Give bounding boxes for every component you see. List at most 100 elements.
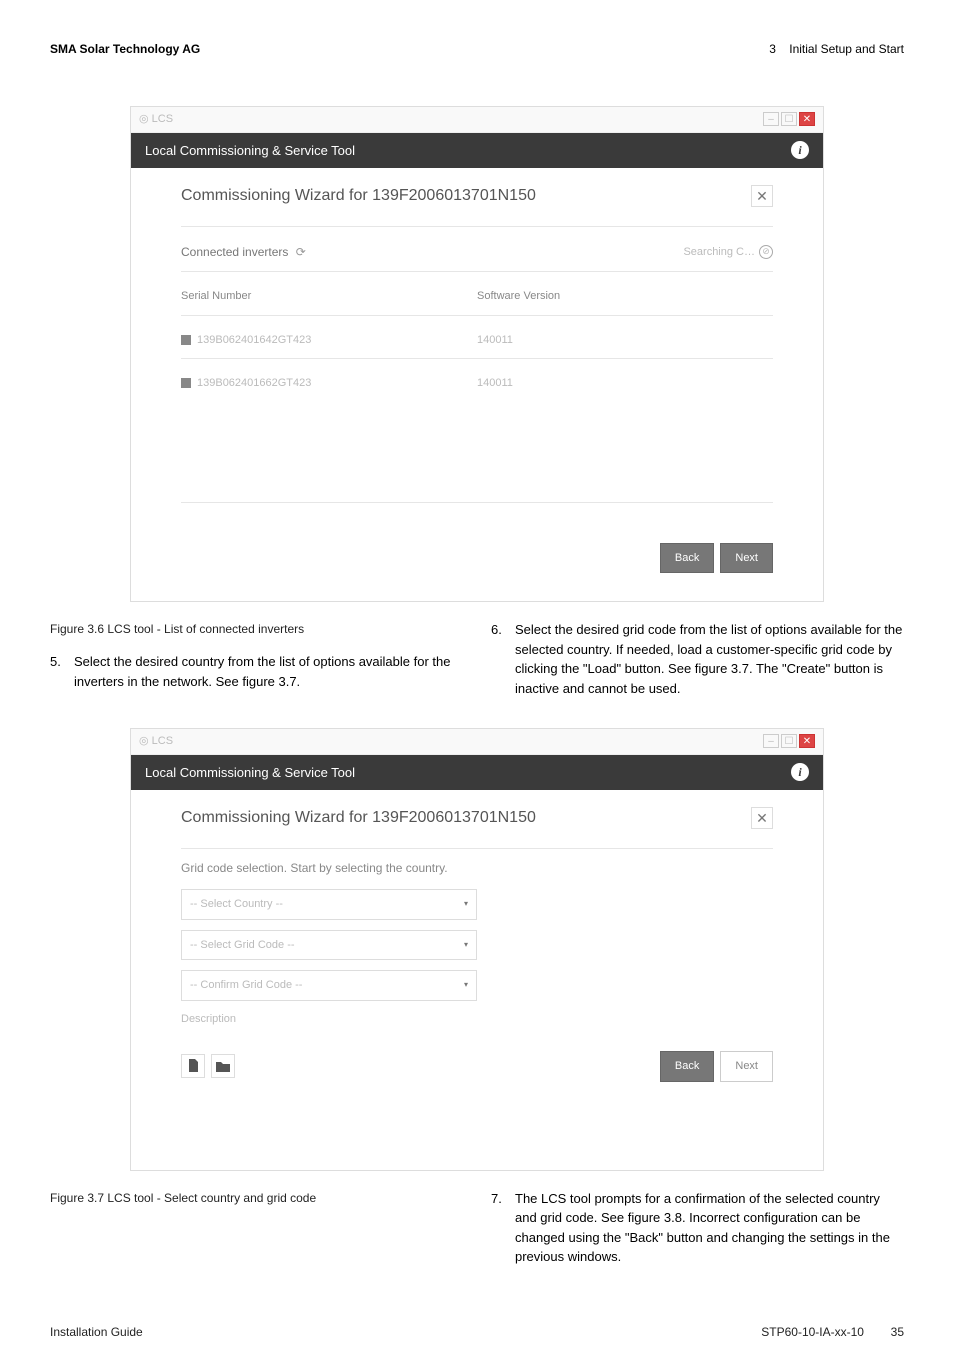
- lcs-label-text: LCS: [152, 735, 173, 747]
- searching-text: Searching C…: [683, 244, 755, 261]
- text-block-2: Figure 3.7 LCS tool - Select country and…: [50, 1189, 904, 1273]
- load-button[interactable]: [211, 1054, 235, 1078]
- file-icon-row: [181, 1054, 235, 1078]
- wizard-nav: Back Next: [181, 543, 773, 574]
- lcs-label-text: LCS: [152, 113, 173, 125]
- lcs-icon-label: ◎ LCS: [139, 733, 173, 750]
- confirm-grid-label: -- Confirm Grid Code --: [190, 977, 302, 994]
- step-number: 5.: [50, 652, 66, 691]
- spacer: [181, 1082, 773, 1142]
- footer-right-group: STP60-10-IA-xx-10 35: [761, 1323, 904, 1341]
- searching-status: Searching C… ⊘: [683, 244, 773, 261]
- maximize-icon[interactable]: ☐: [781, 734, 797, 748]
- table-row: 139B062401642GT423 140011: [181, 326, 773, 355]
- select-grid-code-dropdown[interactable]: -- Select Grid Code -- ▾: [181, 930, 477, 961]
- next-button: Next: [720, 1051, 773, 1082]
- divider: [181, 226, 773, 227]
- step-5: 5. Select the desired country from the l…: [50, 652, 463, 691]
- inverter-icon: [181, 378, 191, 388]
- back-button[interactable]: Back: [660, 1051, 714, 1082]
- info-icon[interactable]: i: [791, 763, 809, 781]
- cancel-search-icon[interactable]: ⊘: [759, 245, 773, 259]
- wizard-body: Commissioning Wizard for 139F2006013701N…: [131, 790, 823, 1170]
- description-label: Description: [181, 1011, 773, 1028]
- grid-code-instructions: Grid code selection. Start by selecting …: [181, 859, 773, 877]
- chevron-down-icon: ▾: [464, 979, 468, 991]
- wizard-title-row: Commissioning Wizard for 139F2006013701N…: [181, 806, 773, 830]
- window-titlebar: ◎ LCS – ☐ ✕: [131, 729, 823, 755]
- wizard-title: Commissioning Wizard for 139F2006013701N…: [181, 184, 536, 208]
- connected-text: Connected inverters: [181, 245, 288, 259]
- info-icon[interactable]: i: [791, 141, 809, 159]
- step-7: 7. The LCS tool prompts for a confirmati…: [491, 1189, 904, 1267]
- section-label: 3 Initial Setup and Start: [769, 40, 904, 58]
- col-software: Software Version: [477, 288, 773, 305]
- tool-title-bar: Local Commissioning & Service Tool i: [131, 755, 823, 791]
- table-row: 139B062401662GT423 140011: [181, 369, 773, 398]
- select-grid-label: -- Select Grid Code --: [190, 937, 295, 954]
- divider: [181, 315, 773, 316]
- wizard-close-icon[interactable]: ✕: [751, 185, 773, 207]
- window-controls: – ☐ ✕: [763, 112, 815, 126]
- divider: [181, 358, 773, 359]
- figure-caption-3-7: Figure 3.7 LCS tool - Select country and…: [50, 1189, 463, 1207]
- col-serial: Serial Number: [181, 288, 477, 305]
- serial-cell: 139B062401642GT423: [197, 332, 311, 349]
- lcs-window-1: ◎ LCS – ☐ ✕ Local Commissioning & Servic…: [130, 106, 824, 602]
- page-footer: Installation Guide STP60-10-IA-xx-10 35: [50, 1323, 904, 1341]
- chevron-down-icon: ▾: [464, 898, 468, 910]
- section-number: 3: [769, 42, 776, 56]
- text-block-1: Figure 3.6 LCS tool - List of connected …: [50, 620, 904, 704]
- serial-cell: 139B062401662GT423: [197, 375, 311, 392]
- close-icon[interactable]: ✕: [799, 734, 815, 748]
- page-header: SMA Solar Technology AG 3 Initial Setup …: [50, 40, 904, 58]
- tool-title: Local Commissioning & Service Tool: [145, 141, 355, 161]
- version-cell: 140011: [477, 332, 773, 349]
- back-button[interactable]: Back: [660, 543, 714, 574]
- section-title: Initial Setup and Start: [789, 42, 904, 56]
- step-6: 6. Select the desired grid code from the…: [491, 620, 904, 698]
- step-number: 6.: [491, 620, 507, 698]
- chevron-down-icon: ▾: [464, 939, 468, 951]
- minimize-icon[interactable]: –: [763, 112, 779, 126]
- divider: [181, 502, 773, 503]
- minimize-icon[interactable]: –: [763, 734, 779, 748]
- tool-title: Local Commissioning & Service Tool: [145, 763, 355, 783]
- tool-title-bar: Local Commissioning & Service Tool i: [131, 133, 823, 169]
- step-text: The LCS tool prompts for a confirmation …: [515, 1189, 904, 1267]
- spacer: [50, 704, 904, 728]
- next-button[interactable]: Next: [720, 543, 773, 574]
- wizard-body: Commissioning Wizard for 139F2006013701N…: [131, 168, 823, 601]
- step-number: 7.: [491, 1189, 507, 1267]
- window-titlebar: ◎ LCS – ☐ ✕: [131, 107, 823, 133]
- table-header: Serial Number Software Version: [181, 282, 773, 311]
- wizard-title: Commissioning Wizard for 139F2006013701N…: [181, 806, 536, 830]
- footer-doc-id: STP60-10-IA-xx-10: [761, 1325, 864, 1339]
- step-text: Select the desired country from the list…: [74, 652, 463, 691]
- lcs-icon-label: ◎ LCS: [139, 111, 173, 128]
- figure-caption-3-6: Figure 3.6 LCS tool - List of connected …: [50, 620, 463, 638]
- create-button: [181, 1054, 205, 1078]
- company-name: SMA Solar Technology AG: [50, 40, 200, 58]
- maximize-icon[interactable]: ☐: [781, 112, 797, 126]
- version-cell: 140011: [477, 375, 773, 392]
- divider: [181, 271, 773, 272]
- refresh-icon[interactable]: ⟳: [296, 243, 306, 261]
- wizard-close-icon[interactable]: ✕: [751, 807, 773, 829]
- wizard-nav: Back Next: [660, 1051, 773, 1082]
- select-country-label: -- Select Country --: [190, 896, 283, 913]
- window-controls: – ☐ ✕: [763, 734, 815, 748]
- connected-inverters-row: Connected inverters ⟳ Searching C… ⊘: [181, 237, 773, 267]
- close-icon[interactable]: ✕: [799, 112, 815, 126]
- inverter-icon: [181, 335, 191, 345]
- spacer: [181, 398, 773, 498]
- divider: [181, 848, 773, 849]
- connected-label: Connected inverters ⟳: [181, 243, 306, 261]
- footer-page-number: 35: [891, 1325, 904, 1339]
- select-country-dropdown[interactable]: -- Select Country -- ▾: [181, 889, 477, 920]
- step-text: Select the desired grid code from the li…: [515, 620, 904, 698]
- wizard-title-row: Commissioning Wizard for 139F2006013701N…: [181, 184, 773, 208]
- bottom-controls: Back Next: [181, 1051, 773, 1082]
- lcs-window-2: ◎ LCS – ☐ ✕ Local Commissioning & Servic…: [130, 728, 824, 1171]
- confirm-grid-code-dropdown[interactable]: -- Confirm Grid Code -- ▾: [181, 970, 477, 1001]
